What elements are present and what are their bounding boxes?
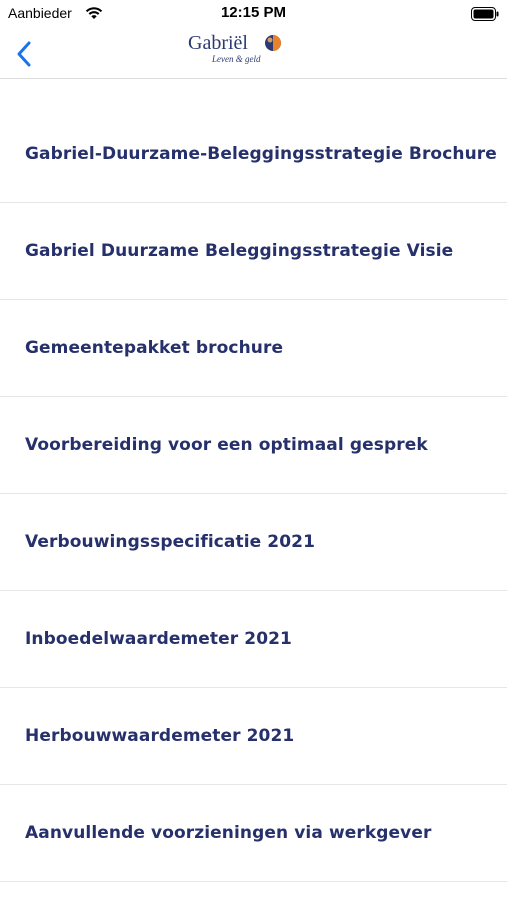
list-item-label: Gemeentepakket brochure [25,338,284,358]
chevron-left-icon [17,41,31,67]
status-time: 12:15 PM [220,4,287,21]
list-item[interactable]: Gabriel-Duurzame-Beleggingsstrategie Bro… [0,106,507,203]
navigation-bar: Gabriël Leven & geld [0,28,507,79]
list-item[interactable]: Inboedelwaardemeter 2021 [0,591,507,688]
list-item[interactable]: Voorbereiding voor een optimaal gesprek [0,397,507,494]
document-list: Gabriel-Duurzame-Beleggingsstrategie Bro… [0,106,507,882]
list-item-label: Herbouwwaardemeter 2021 [25,726,295,746]
logo-wordmark: Gabriël [188,32,248,54]
list-item-label: Verbouwingsspecificatie 2021 [25,532,316,552]
logo-tagline: Leven & geld [212,54,261,64]
list-item[interactable]: Aanvullende voorzieningen via werkgever [0,785,507,882]
gabriel-logo: Gabriël Leven & geld [186,32,286,70]
list-item-label: Gabriel Duurzame Beleggingsstrategie Vis… [25,241,454,261]
list-item-label: Voorbereiding voor een optimaal gesprek [25,435,428,455]
battery-icon [471,6,499,25]
back-button[interactable] [14,40,36,68]
list-item[interactable]: Herbouwwaardemeter 2021 [0,688,507,785]
logo-globe-icon [264,34,282,56]
list-item[interactable]: Gemeentepakket brochure [0,300,507,397]
list-item-label: Gabriel-Duurzame-Beleggingsstrategie Bro… [25,144,497,164]
list-item-label: Aanvullende voorzieningen via werkgever [25,823,432,843]
list-item[interactable]: Verbouwingsspecificatie 2021 [0,494,507,591]
list-item[interactable]: Gabriel Duurzame Beleggingsstrategie Vis… [0,203,507,300]
status-bar: Aanbieder 12:15 PM [0,0,507,28]
list-item-label: Inboedelwaardemeter 2021 [25,629,292,649]
